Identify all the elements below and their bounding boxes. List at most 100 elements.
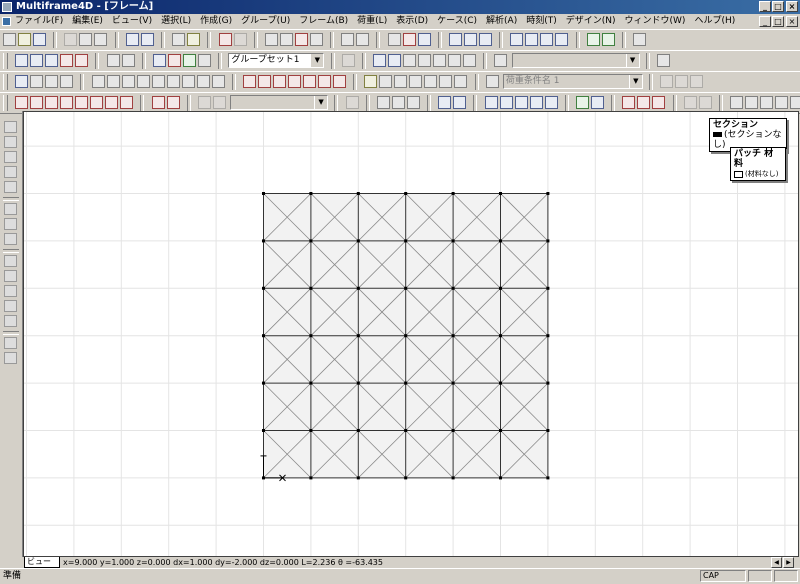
view-diagram-icon[interactable] (75, 54, 89, 67)
load-thermal-icon[interactable] (287, 75, 301, 88)
load-moment-icon[interactable] (257, 75, 271, 88)
shape-3-icon[interactable] (760, 96, 774, 109)
chevron-down-icon[interactable]: ▼ (628, 75, 642, 88)
tool-2-icon[interactable] (4, 136, 17, 148)
n-brace-icon[interactable] (453, 96, 467, 109)
dim-icon[interactable] (406, 96, 420, 109)
node-dots-3-icon[interactable] (529, 96, 543, 109)
help-icon[interactable] (187, 33, 201, 46)
scroll-right-button[interactable]: ▶ (783, 557, 794, 568)
support-2-icon[interactable] (601, 33, 615, 46)
view-result-icon[interactable] (60, 54, 74, 67)
node[interactable] (262, 429, 265, 432)
display-label-7-icon[interactable] (181, 75, 195, 88)
view-wire-icon[interactable] (197, 54, 211, 67)
display-label-6-icon[interactable] (166, 75, 180, 88)
frame-canvas[interactable]: セクション (セクションなし) パッチ 材料 (材料なし) (23, 111, 799, 557)
node[interactable] (546, 381, 550, 385)
tool-12-icon[interactable] (4, 300, 17, 312)
display-label-4-icon[interactable] (136, 75, 150, 88)
result-4-icon[interactable] (409, 75, 423, 88)
menu-item[interactable]: 表示(D) (393, 14, 431, 29)
play-icon[interactable] (433, 54, 447, 67)
member-split-icon[interactable] (525, 33, 539, 46)
node[interactable] (356, 381, 360, 385)
node[interactable] (451, 476, 455, 480)
frame-view-icon[interactable] (341, 33, 355, 46)
chevron-down-icon[interactable]: ▼ (310, 54, 324, 67)
load-disp-icon[interactable] (302, 75, 316, 88)
node[interactable] (451, 381, 455, 385)
case-select[interactable]: ▼ (511, 53, 640, 68)
menu-item[interactable]: グループ(U) (238, 14, 293, 29)
connect-icon[interactable] (484, 96, 498, 109)
open-file-icon[interactable] (18, 33, 31, 46)
properties-icon[interactable] (633, 33, 647, 46)
node[interactable] (309, 334, 313, 338)
line-icon[interactable] (376, 96, 390, 109)
node-dots-4-icon[interactable] (544, 96, 558, 109)
node[interactable] (451, 192, 455, 195)
tool-14-icon[interactable] (4, 337, 17, 349)
node[interactable] (356, 239, 360, 243)
load-case-icon[interactable] (485, 75, 499, 88)
draw-shape-icon[interactable] (105, 96, 119, 109)
view-3d-icon[interactable] (152, 54, 166, 67)
zoom-in-icon[interactable] (264, 33, 278, 46)
tool-9-icon[interactable] (4, 255, 17, 267)
node[interactable] (499, 239, 502, 243)
draw-member-icon[interactable] (15, 96, 29, 109)
node-merge-icon[interactable] (479, 33, 492, 46)
menu-item[interactable]: ファイル(F) (12, 14, 66, 29)
node[interactable] (451, 334, 455, 338)
grid-snap-icon[interactable] (402, 33, 416, 46)
node[interactable] (546, 476, 550, 480)
member-label-icon[interactable] (510, 33, 524, 46)
menu-item[interactable]: 選択(L) (158, 14, 194, 29)
filter-icon[interactable] (373, 54, 387, 67)
shape-5-icon[interactable] (790, 96, 800, 109)
tool-3-icon[interactable] (4, 151, 17, 163)
result-3-icon[interactable] (394, 75, 408, 88)
menu-item[interactable]: フレーム(B) (296, 14, 351, 29)
display-label-1-icon[interactable] (91, 75, 105, 88)
node[interactable] (309, 192, 313, 195)
tool-4-icon[interactable] (4, 166, 17, 178)
view-data-icon[interactable] (30, 54, 44, 67)
tool-11-icon[interactable] (4, 285, 17, 297)
filter-2-icon[interactable] (388, 54, 402, 67)
tool-10-icon[interactable] (4, 270, 17, 282)
node[interactable] (546, 192, 550, 195)
grid-dis-icon[interactable] (683, 96, 697, 109)
print-icon[interactable] (172, 33, 186, 46)
grid-dis-2-icon[interactable] (698, 96, 712, 109)
node[interactable] (404, 429, 408, 432)
node-align-icon[interactable] (449, 33, 462, 46)
member-join-icon[interactable] (540, 33, 554, 46)
shape-2-icon[interactable] (745, 96, 759, 109)
tool-6-icon[interactable] (4, 203, 17, 215)
draw-mesh-icon[interactable] (90, 96, 104, 109)
load-panel-icon[interactable] (332, 75, 346, 88)
view-render-icon[interactable] (167, 54, 181, 67)
paste-icon[interactable] (94, 33, 108, 46)
result-5-icon[interactable] (424, 75, 438, 88)
prev-case-icon[interactable] (660, 75, 674, 88)
draw-arc-icon[interactable] (45, 96, 59, 109)
load-dist-icon[interactable] (272, 75, 286, 88)
node[interactable] (546, 239, 550, 243)
view-load-icon[interactable] (45, 54, 59, 67)
step-back-icon[interactable] (418, 54, 432, 67)
node[interactable] (309, 429, 313, 432)
group-edit-icon[interactable] (341, 54, 355, 67)
node-dots-2-icon[interactable] (514, 96, 528, 109)
display-supports-icon[interactable] (45, 75, 59, 88)
step-first-icon[interactable] (403, 54, 417, 67)
menu-item[interactable]: 作成(G) (197, 14, 235, 29)
node[interactable] (546, 429, 550, 432)
draw-plate-icon[interactable] (120, 96, 134, 109)
zoom-fit-icon[interactable] (309, 33, 323, 46)
node-dots-icon[interactable] (499, 96, 513, 109)
shape-1-icon[interactable] (730, 96, 744, 109)
pan-icon[interactable] (294, 33, 308, 46)
